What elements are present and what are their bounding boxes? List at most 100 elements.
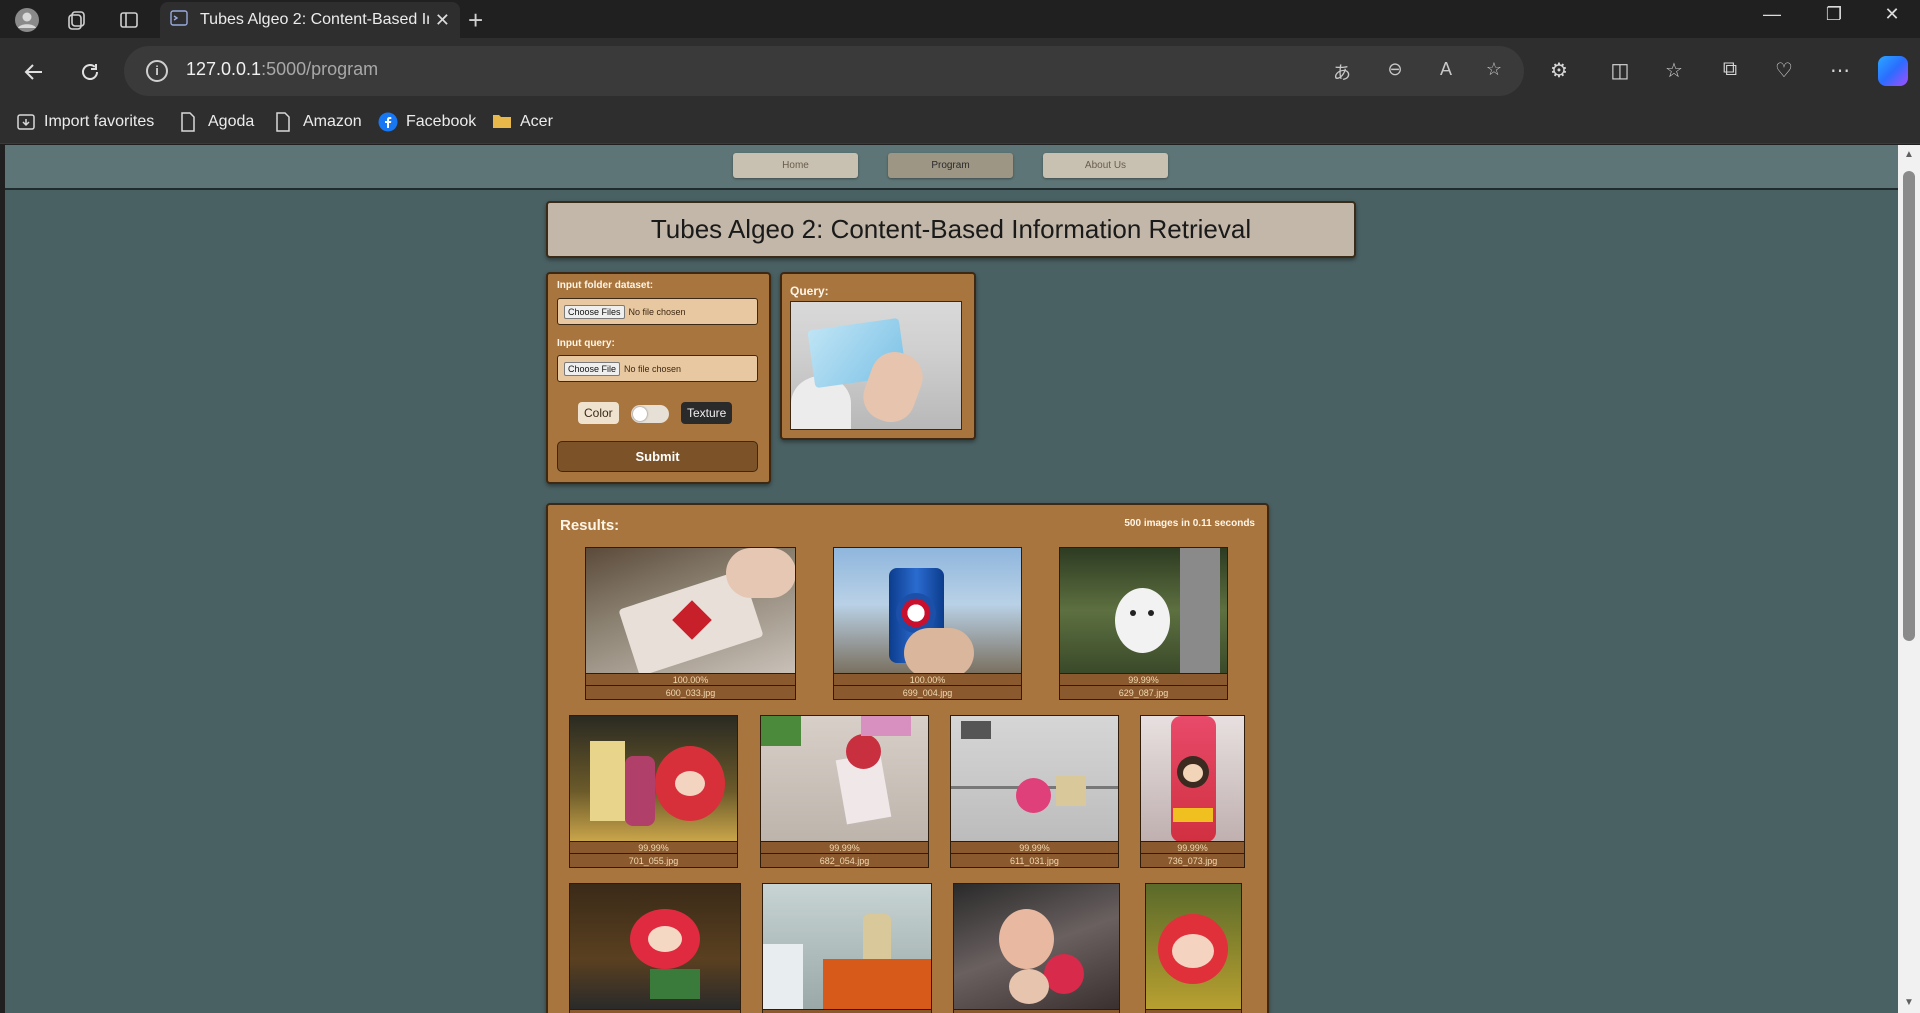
toggle-knob <box>633 407 647 421</box>
result-image <box>954 884 1119 1010</box>
bookmark-amazon[interactable]: Amazon <box>275 112 362 132</box>
result-image <box>1141 716 1244 842</box>
more-menu-icon[interactable]: ⋯ <box>1826 58 1854 86</box>
color-texture-toggle[interactable] <box>631 405 669 423</box>
url-text[interactable]: 127.0.0.1:5000/program <box>186 59 378 80</box>
result-card[interactable]: 99.99% 682_054.jpg <box>760 715 929 868</box>
minimize-icon[interactable]: — <box>1752 4 1792 25</box>
zoom-out-icon[interactable]: ⊖ <box>1383 59 1407 83</box>
translate-icon[interactable]: あ <box>1330 59 1354 83</box>
texture-option-label[interactable]: Texture <box>681 402 733 424</box>
color-option-label[interactable]: Color <box>578 402 619 424</box>
result-score: 99.99% <box>1141 842 1244 854</box>
bookmark-agoda[interactable]: Agoda <box>180 112 254 132</box>
query-input-label: Input query: <box>557 338 615 349</box>
result-filename: 701_055.jpg <box>628 856 679 866</box>
result-card[interactable]: 100.00% 699_004.jpg <box>833 547 1022 700</box>
result-filename: 699_004.jpg <box>902 688 953 698</box>
result-card[interactable] <box>1145 883 1242 1013</box>
tab-favicon-icon <box>170 9 188 31</box>
tab-title: Tubes Algeo 2: Content-Based In <box>200 11 429 28</box>
bookmark-import-favorites[interactable]: Import favorites <box>16 112 154 132</box>
result-score: 99.99% <box>570 842 737 854</box>
submit-button[interactable]: Submit <box>557 441 758 472</box>
nav-about-us[interactable]: About Us <box>1043 153 1168 178</box>
page-viewport: Home Program About Us Tubes Algeo 2: Con… <box>5 145 1898 1013</box>
tab-active[interactable]: Tubes Algeo 2: Content-Based In ✕ <box>160 2 460 38</box>
result-card[interactable]: 99.99% 629_087.jpg <box>1059 547 1228 700</box>
result-card[interactable]: 99.99% 701_055.jpg <box>569 715 738 868</box>
page-icon <box>275 112 293 132</box>
result-filename: 736_073.jpg <box>1167 856 1218 866</box>
favorites-icon[interactable]: ☆ <box>1660 58 1688 86</box>
result-score: 100.00% <box>586 674 795 686</box>
restore-icon[interactable]: ❐ <box>1814 4 1854 25</box>
scroll-down-icon[interactable]: ▼ <box>1903 997 1915 1009</box>
collections-icon[interactable]: ⧉ <box>1716 58 1744 86</box>
query-panel: Query: <box>780 272 976 440</box>
choose-files-button[interactable]: Choose Files <box>564 304 625 319</box>
dataset-file-input[interactable]: Choose Files No file chosen <box>557 298 758 325</box>
query-image <box>790 301 962 430</box>
page-scrollbar[interactable]: ▲ ▼ <box>1898 145 1920 1013</box>
close-window-icon[interactable]: ✕ <box>1872 4 1912 25</box>
result-score: 100.00% <box>834 674 1021 686</box>
nav-home[interactable]: Home <box>733 153 858 178</box>
browser-toolbar: i 127.0.0.1:5000/program あ ⊖ A ☆ ⚙ ◫ ☆ ⧉… <box>0 38 1920 104</box>
import-icon <box>16 112 35 132</box>
facebook-icon <box>378 112 398 132</box>
query-file-status: No file chosen <box>624 363 682 374</box>
result-image <box>951 716 1118 842</box>
bookmark-acer[interactable]: Acer <box>492 112 553 132</box>
refresh-icon[interactable] <box>76 58 104 86</box>
result-card[interactable] <box>953 883 1120 1013</box>
result-card[interactable] <box>569 883 741 1013</box>
page-title: Tubes Algeo 2: Content-Based Information… <box>546 201 1356 258</box>
split-screen-icon[interactable]: ◫ <box>1606 58 1634 86</box>
bookmark-facebook[interactable]: Facebook <box>378 112 476 132</box>
result-card[interactable]: 99.99% 736_073.jpg <box>1140 715 1245 868</box>
result-image <box>834 548 1021 674</box>
profile-icon[interactable] <box>14 7 40 33</box>
result-image <box>1060 548 1227 674</box>
query-file-input[interactable]: Choose File No file chosen <box>557 355 758 382</box>
new-tab-icon[interactable]: + <box>468 5 483 36</box>
result-image <box>570 884 740 1010</box>
result-score: 99.99% <box>1060 674 1227 686</box>
choose-file-button[interactable]: Choose File <box>564 361 621 376</box>
result-card[interactable]: 100.00% 600_033.jpg <box>585 547 796 700</box>
dataset-label: Input folder dataset: <box>557 280 654 291</box>
result-image <box>570 716 737 842</box>
close-tab-icon[interactable]: ✕ <box>435 10 450 31</box>
scroll-thumb[interactable] <box>1903 171 1915 641</box>
workspaces-icon[interactable] <box>64 7 90 33</box>
dataset-file-status: No file chosen <box>628 306 686 317</box>
result-filename: 600_033.jpg <box>665 688 716 698</box>
site-info-icon[interactable]: i <box>146 60 168 82</box>
result-image <box>586 548 795 674</box>
browser-titlebar: Tubes Algeo 2: Content-Based In ✕ + — ❐ … <box>0 0 1920 38</box>
results-panel: Results: 500 images in 0.11 seconds 100.… <box>546 503 1269 1013</box>
result-image <box>1146 884 1241 1010</box>
read-aloud-icon[interactable]: A <box>1434 59 1458 83</box>
results-title: Results: <box>560 517 620 534</box>
back-icon[interactable] <box>20 58 48 86</box>
result-card[interactable]: 99.99% 611_031.jpg <box>950 715 1119 868</box>
browser-essentials-icon[interactable]: ♡ <box>1770 58 1798 86</box>
input-form-panel: Input folder dataset: Choose Files No fi… <box>546 272 771 484</box>
tab-actions-icon[interactable] <box>116 7 142 33</box>
site-navbar: Home Program About Us <box>5 145 1898 190</box>
result-card[interactable] <box>762 883 932 1013</box>
extensions-icon[interactable]: ⚙ <box>1545 58 1573 86</box>
bookmarks-bar: Import favorites Agoda Amazon Facebook A… <box>0 104 1920 144</box>
address-bar[interactable]: i 127.0.0.1:5000/program あ ⊖ A ☆ <box>124 46 1524 96</box>
nav-program[interactable]: Program <box>888 153 1013 178</box>
copilot-icon[interactable] <box>1878 56 1908 86</box>
results-meta: 500 images in 0.11 seconds <box>1124 518 1255 529</box>
favorite-star-icon[interactable]: ☆ <box>1482 59 1506 83</box>
result-score: 99.99% <box>951 842 1118 854</box>
result-filename: 611_031.jpg <box>1010 856 1059 866</box>
scroll-up-icon[interactable]: ▲ <box>1903 149 1915 161</box>
result-score: 99.99% <box>761 842 928 854</box>
folder-icon <box>492 112 511 132</box>
